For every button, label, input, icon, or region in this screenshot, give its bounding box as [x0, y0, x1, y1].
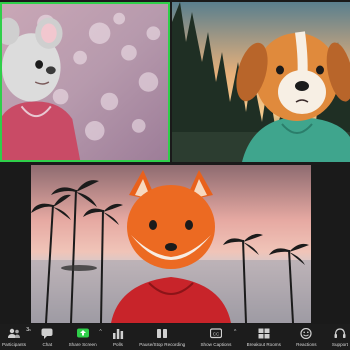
svg-text:CC: CC [213, 332, 220, 337]
chat-label: Chat [42, 342, 53, 347]
recording-label: Pause/Stop Recording [139, 342, 186, 347]
fox-avatar [31, 165, 311, 323]
video-tile-fox[interactable] [31, 165, 311, 323]
video-tile-koala[interactable] [0, 2, 170, 162]
chevron-up-icon[interactable]: ^ [29, 329, 31, 335]
captions-button[interactable]: CC ^ Show Captions [200, 324, 236, 348]
polls-button[interactable]: Polls [112, 324, 124, 348]
captions-icon: CC [209, 328, 222, 339]
share-screen-label: Share Screen [68, 342, 97, 347]
polls-label: Polls [112, 342, 123, 347]
recording-button[interactable]: Pause/Stop Recording [139, 324, 185, 348]
meeting-toolbar: 3 ^ Participants Chat ^ Share Screen Pol… [0, 324, 350, 350]
participants-button[interactable]: 3 ^ Participants [2, 324, 31, 348]
support-icon [334, 328, 346, 338]
koala-avatar [2, 4, 168, 160]
support-button[interactable]: Support [332, 324, 348, 348]
video-tile-dog[interactable] [172, 2, 350, 162]
participants-icon [8, 328, 20, 338]
chat-button[interactable]: Chat [41, 324, 53, 348]
support-label: Support [331, 342, 348, 347]
share-screen-icon [76, 328, 89, 338]
chat-icon [41, 328, 53, 339]
captions-label: Show Captions [200, 342, 232, 347]
polls-icon [112, 329, 124, 339]
chevron-up-icon[interactable]: ^ [99, 329, 101, 335]
recording-icon [157, 329, 168, 338]
breakout-rooms-label: Breakout Rooms [246, 342, 281, 347]
breakout-rooms-button[interactable]: Breakout Rooms [247, 324, 281, 348]
reactions-icon [300, 328, 312, 339]
reactions-button[interactable]: Reactions [296, 324, 317, 348]
chevron-up-icon[interactable]: ^ [234, 329, 236, 335]
participants-label: Participants [2, 342, 27, 347]
dog-avatar [172, 2, 350, 162]
breakout-rooms-icon [258, 328, 270, 339]
share-screen-button[interactable]: ^ Share Screen [68, 324, 102, 348]
reactions-label: Reactions [296, 342, 317, 347]
